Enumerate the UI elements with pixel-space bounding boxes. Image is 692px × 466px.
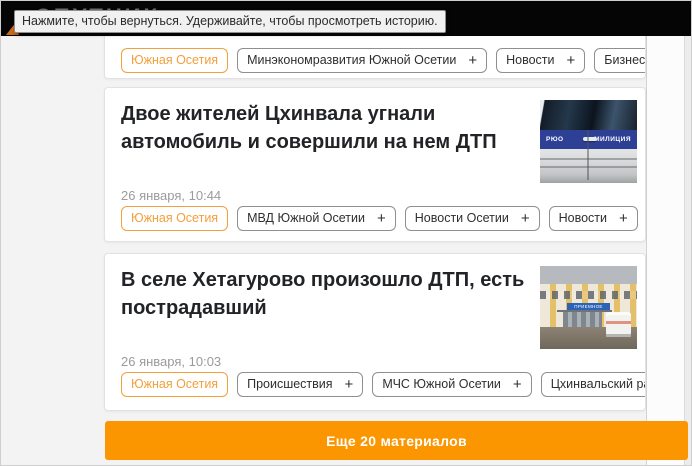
article-card: В селе Хетагурово произошло ДТП, есть по… [104,253,646,411]
hospital-sign: ПРИЕМНОЕ ОТДЕЛЕНИЕ [567,303,610,310]
tag-chip[interactable]: Бизнес+ [594,48,646,73]
ambulance-van [606,312,631,337]
add-icon: + [513,373,522,396]
tag-row: Южная Осетия МВД Южной Осетии + Новости О… [121,206,638,231]
tag-chip[interactable]: Новости Осетии + [405,206,540,231]
add-icon: + [468,49,477,72]
tag-label: Происшествия [247,373,332,396]
tag-label: Минэкономразвития Южной Осетии [247,49,456,72]
article-card: Двое жителей Цхинвала угнали автомобиль … [104,87,646,242]
back-history-tooltip: Нажмите, чтобы вернуться. Удерживайте, ч… [14,10,446,33]
sky [540,266,637,284]
article-date: 26 января, 10:03 [121,354,221,369]
article-title[interactable]: В селе Хетагурово произошло ДТП, есть по… [121,266,541,322]
tag-label: Бизнес [604,49,645,72]
tag-label: Южная Осетия [131,373,218,396]
car-windows [540,100,637,130]
scrollbar[interactable] [684,36,691,466]
browser-viewport: Южная Осетия Минэкономразвития Южной Осе… [0,0,692,466]
tag-chip[interactable]: Цхинвальский район РЮО+ [541,372,646,397]
tag-row: Южная Осетия Минэкономразвития Южной Осе… [121,48,646,73]
tag-chip[interactable]: Новости + [496,48,585,73]
add-icon: + [345,373,354,396]
car-door-handle [583,137,597,141]
article-title[interactable]: Двое жителей Цхинвала угнали автомобиль … [121,100,541,156]
entrance [563,312,602,327]
tag-label: МЧС Южной Осетии [382,373,501,396]
police-stripe-label: РЮО [546,136,564,143]
tag-label: Новости [559,207,607,230]
tag-row: Южная Осетия Происшествия + МЧС Южной Осе… [121,372,646,397]
add-icon: + [619,207,628,230]
tag-chip[interactable]: МВД Южной Осетии + [237,206,396,231]
tag-region[interactable]: Южная Осетия [121,372,228,397]
police-stripe-label: МИЛИЦИЯ [594,136,631,143]
hospital-windows [540,291,637,299]
tag-region[interactable]: Южная Осетия [121,48,228,73]
tag-label: Южная Осетия [131,207,218,230]
tag-label: Южная Осетия [131,49,218,72]
tag-label: Цхинвальский район РЮО [551,373,646,396]
tag-label: Новости [506,49,554,72]
article-thumbnail-hospital[interactable]: ПРИЕМНОЕ ОТДЕЛЕНИЕ [540,266,637,349]
tag-label: Новости Осетии [415,207,509,230]
tag-chip[interactable]: МЧС Южной Осетии + [372,372,531,397]
load-more-button[interactable]: Еще 20 материалов [105,421,688,460]
car-door-line [587,130,589,180]
add-icon: + [521,207,530,230]
tag-region[interactable]: Южная Осетия [121,206,228,231]
tag-label: МВД Южной Осетии [247,207,365,230]
article-thumbnail-police-car[interactable]: РЮО МИЛИЦИЯ [540,100,637,183]
add-icon: + [567,49,576,72]
tag-chip[interactable]: Новости + [549,206,638,231]
tag-chip[interactable]: Происшествия + [237,372,363,397]
tag-chip[interactable]: Минэкономразвития Южной Осетии + [237,48,487,73]
article-date: 26 января, 10:44 [121,188,221,203]
add-icon: + [377,207,386,230]
